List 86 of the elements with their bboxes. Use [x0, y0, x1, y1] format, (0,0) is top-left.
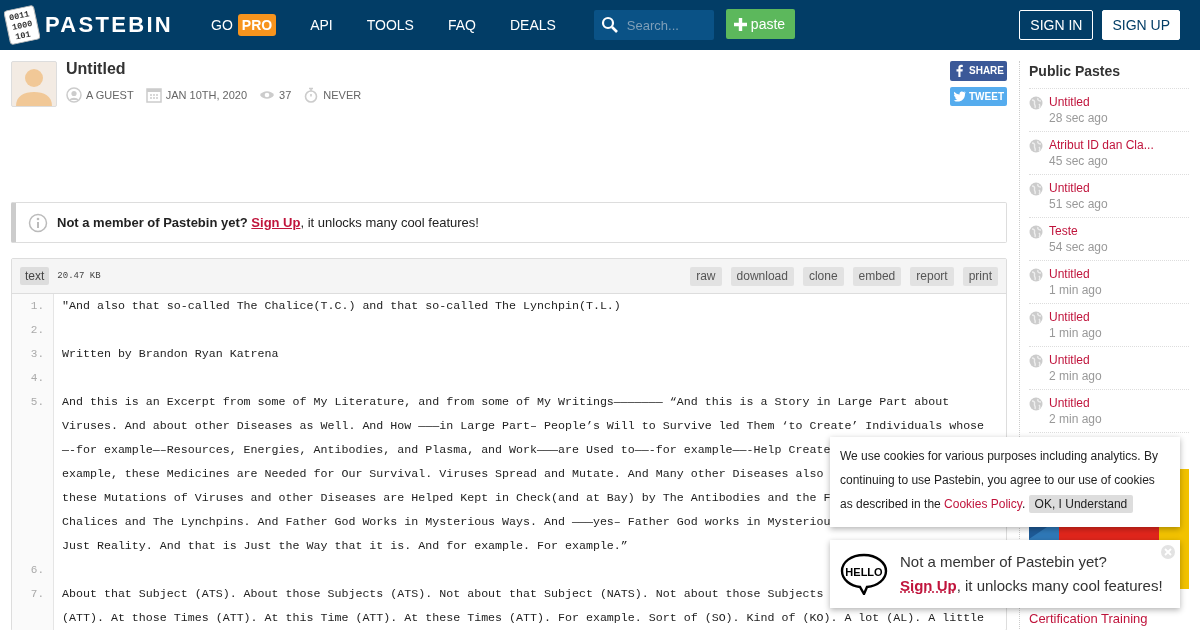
globe-icon — [1029, 354, 1043, 368]
action-button[interactable]: raw — [690, 266, 722, 286]
code-line: Viruses. And about other Diseases as Well. And How ———in Large Part– People’s Will to Survive led Them ‘to Create’ Individuals whose — [62, 418, 985, 434]
line-number: 1. — [29, 299, 44, 314]
pro-badge: PRO — [237, 14, 277, 36]
sign-in-button[interactable]: SIGN IN — [1019, 10, 1094, 40]
action-button[interactable]: embed — [852, 266, 902, 286]
search-icon — [600, 16, 619, 34]
sign-up-button[interactable]: SIGN UP — [1102, 10, 1180, 40]
code-line: Written by Brandon Ryan Katrena — [62, 346, 279, 362]
line-number: 6. — [29, 563, 44, 578]
globe-icon — [1029, 311, 1043, 325]
logo-text[interactable]: PASTEBIN — [45, 12, 173, 38]
syntax-label: text — [20, 267, 50, 285]
line-number: 4. — [29, 371, 44, 386]
expiry-text: NEVER — [323, 89, 362, 101]
action-button[interactable]: print — [962, 266, 998, 286]
sidebar-title: Public Pastes — [1029, 63, 1189, 89]
paste-link[interactable]: Teste — [1049, 223, 1108, 239]
nav-link[interactable]: DEALS — [509, 17, 556, 33]
plus-icon — [733, 17, 747, 31]
hello-icon: HELLO — [840, 553, 888, 595]
paste-time: 28 sec ago — [1049, 110, 1108, 126]
cookie-message: We use cookies for various purposes including analytics. By continuing to use Pastebin, you agree to our use of cookies as described in the Cookies Policy. OK, I Understand — [840, 448, 1159, 515]
paste-link[interactable]: Untitled — [1049, 180, 1108, 196]
paste-time: 2 min ago — [1049, 368, 1102, 384]
line-number: 3. — [29, 347, 44, 362]
action-button[interactable]: clone — [802, 266, 844, 286]
paste-link[interactable]: Atribut ID dan Cla... — [1049, 137, 1154, 153]
code-line: "And also that so-called The Chalice(T.C.) and that so-called The Lynchpin(T.L.) — [62, 298, 621, 314]
file-size: 20.47 KB — [57, 271, 101, 281]
logo-icon: 0011 1000 101 — [4, 5, 40, 45]
info-icon — [28, 212, 48, 233]
search-field[interactable]: Search... — [593, 10, 714, 40]
code-line: these Mutations of Viruses and other Diseases are Helped Kept in Check(and at Bay) by The Antibodies and the F — [62, 490, 831, 506]
nav-link[interactable]: FAQ — [447, 17, 476, 33]
nav-link[interactable]: API — [310, 17, 333, 33]
ad-link[interactable]: Certification Training — [1029, 611, 1189, 626]
bird-icon — [953, 89, 966, 103]
line-number: 2. — [29, 323, 44, 338]
globe-icon — [1029, 225, 1043, 239]
paste-title: Untitled — [66, 60, 127, 78]
paste-time: 1 min ago — [1049, 325, 1102, 341]
paste-time: 45 sec ago — [1049, 153, 1109, 169]
facebook-icon — [953, 64, 966, 78]
paste-date: JAN 10TH, 2020 — [165, 89, 247, 101]
cookies-policy-link[interactable]: Cookies Policy — [944, 497, 1022, 511]
accept-button[interactable]: OK, I Understand — [1028, 495, 1134, 513]
paste-link[interactable]: Untitled — [1049, 94, 1108, 110]
avatar — [11, 61, 57, 107]
author-name: A GUEST — [86, 89, 134, 101]
code-line: About that Subject (ATS). About those Subjects (ATS). Not about that Subject (NATS). Not about those Subjects — [62, 586, 824, 602]
paste-link[interactable]: Untitled — [1049, 266, 1102, 282]
paste-link[interactable]: Untitled — [1049, 395, 1102, 411]
paste-link[interactable]: Untitled — [1049, 352, 1102, 368]
globe-icon — [1029, 139, 1043, 153]
action-button[interactable]: report — [910, 266, 954, 286]
code-line: And this is an Excerpt from some of My Literature, and from some of My Writings——————— “And this is a Story in Large Part about — [62, 394, 950, 410]
paste-time: 2 min ago — [1049, 411, 1102, 427]
popup-message: Not a member of Pastebin yet? Sign Up, it unlocks many cool features! — [900, 552, 1163, 596]
user-icon — [66, 87, 82, 103]
nav-link[interactable]: GO PRO — [211, 14, 277, 36]
globe-icon — [1029, 96, 1043, 110]
notice-text: Not a member of Pastebin yet? Sign Up, it unlocks many cool features! — [57, 215, 479, 230]
paste-link[interactable]: Untitled — [1049, 309, 1102, 325]
line-number: 5. — [29, 395, 44, 410]
nav-link[interactable]: TOOLS — [366, 17, 414, 33]
view-count: 37 — [279, 89, 292, 101]
calendar-icon — [145, 87, 162, 103]
facebook-share-button[interactable]: SHARE — [950, 61, 1007, 81]
action-button[interactable]: download — [730, 266, 794, 286]
code-line: —-for example—–Resources, Energies, Antibodies, and Plasma, and Work———are Used to——-for example——-Help Create — [62, 442, 831, 458]
globe-icon — [1029, 397, 1043, 411]
globe-icon — [1029, 268, 1043, 282]
paste-time: 51 sec ago — [1049, 196, 1108, 212]
code-line: example, these Medicines are Needed for Our Survival. Viruses Spread and Mutate. And Many other Diseases also — [62, 466, 824, 482]
sign-up-link[interactable]: Sign Up — [900, 577, 957, 594]
line-number: 7. — [29, 587, 44, 602]
stopwatch-icon — [303, 87, 320, 103]
paste-time: 54 sec ago — [1049, 239, 1108, 255]
code-line: (ATT). At those Times (ATT). At this Time (ATT). At these Times (ATT). For example. Sort of (SO). Kind of (KO). A lot (AL). A little — [62, 610, 985, 626]
code-line: Chalices and The Lynchpins. And Father God Works in Mysterious Ways. And ———yes– Father God works in Mysteriou — [62, 514, 831, 530]
close-icon[interactable] — [1161, 545, 1175, 559]
code-line: Just Reality. And that is Just the Way that it is. And for example. For example.” — [62, 538, 628, 554]
paste-time: 1 min ago — [1049, 282, 1102, 298]
globe-icon — [1029, 182, 1043, 196]
